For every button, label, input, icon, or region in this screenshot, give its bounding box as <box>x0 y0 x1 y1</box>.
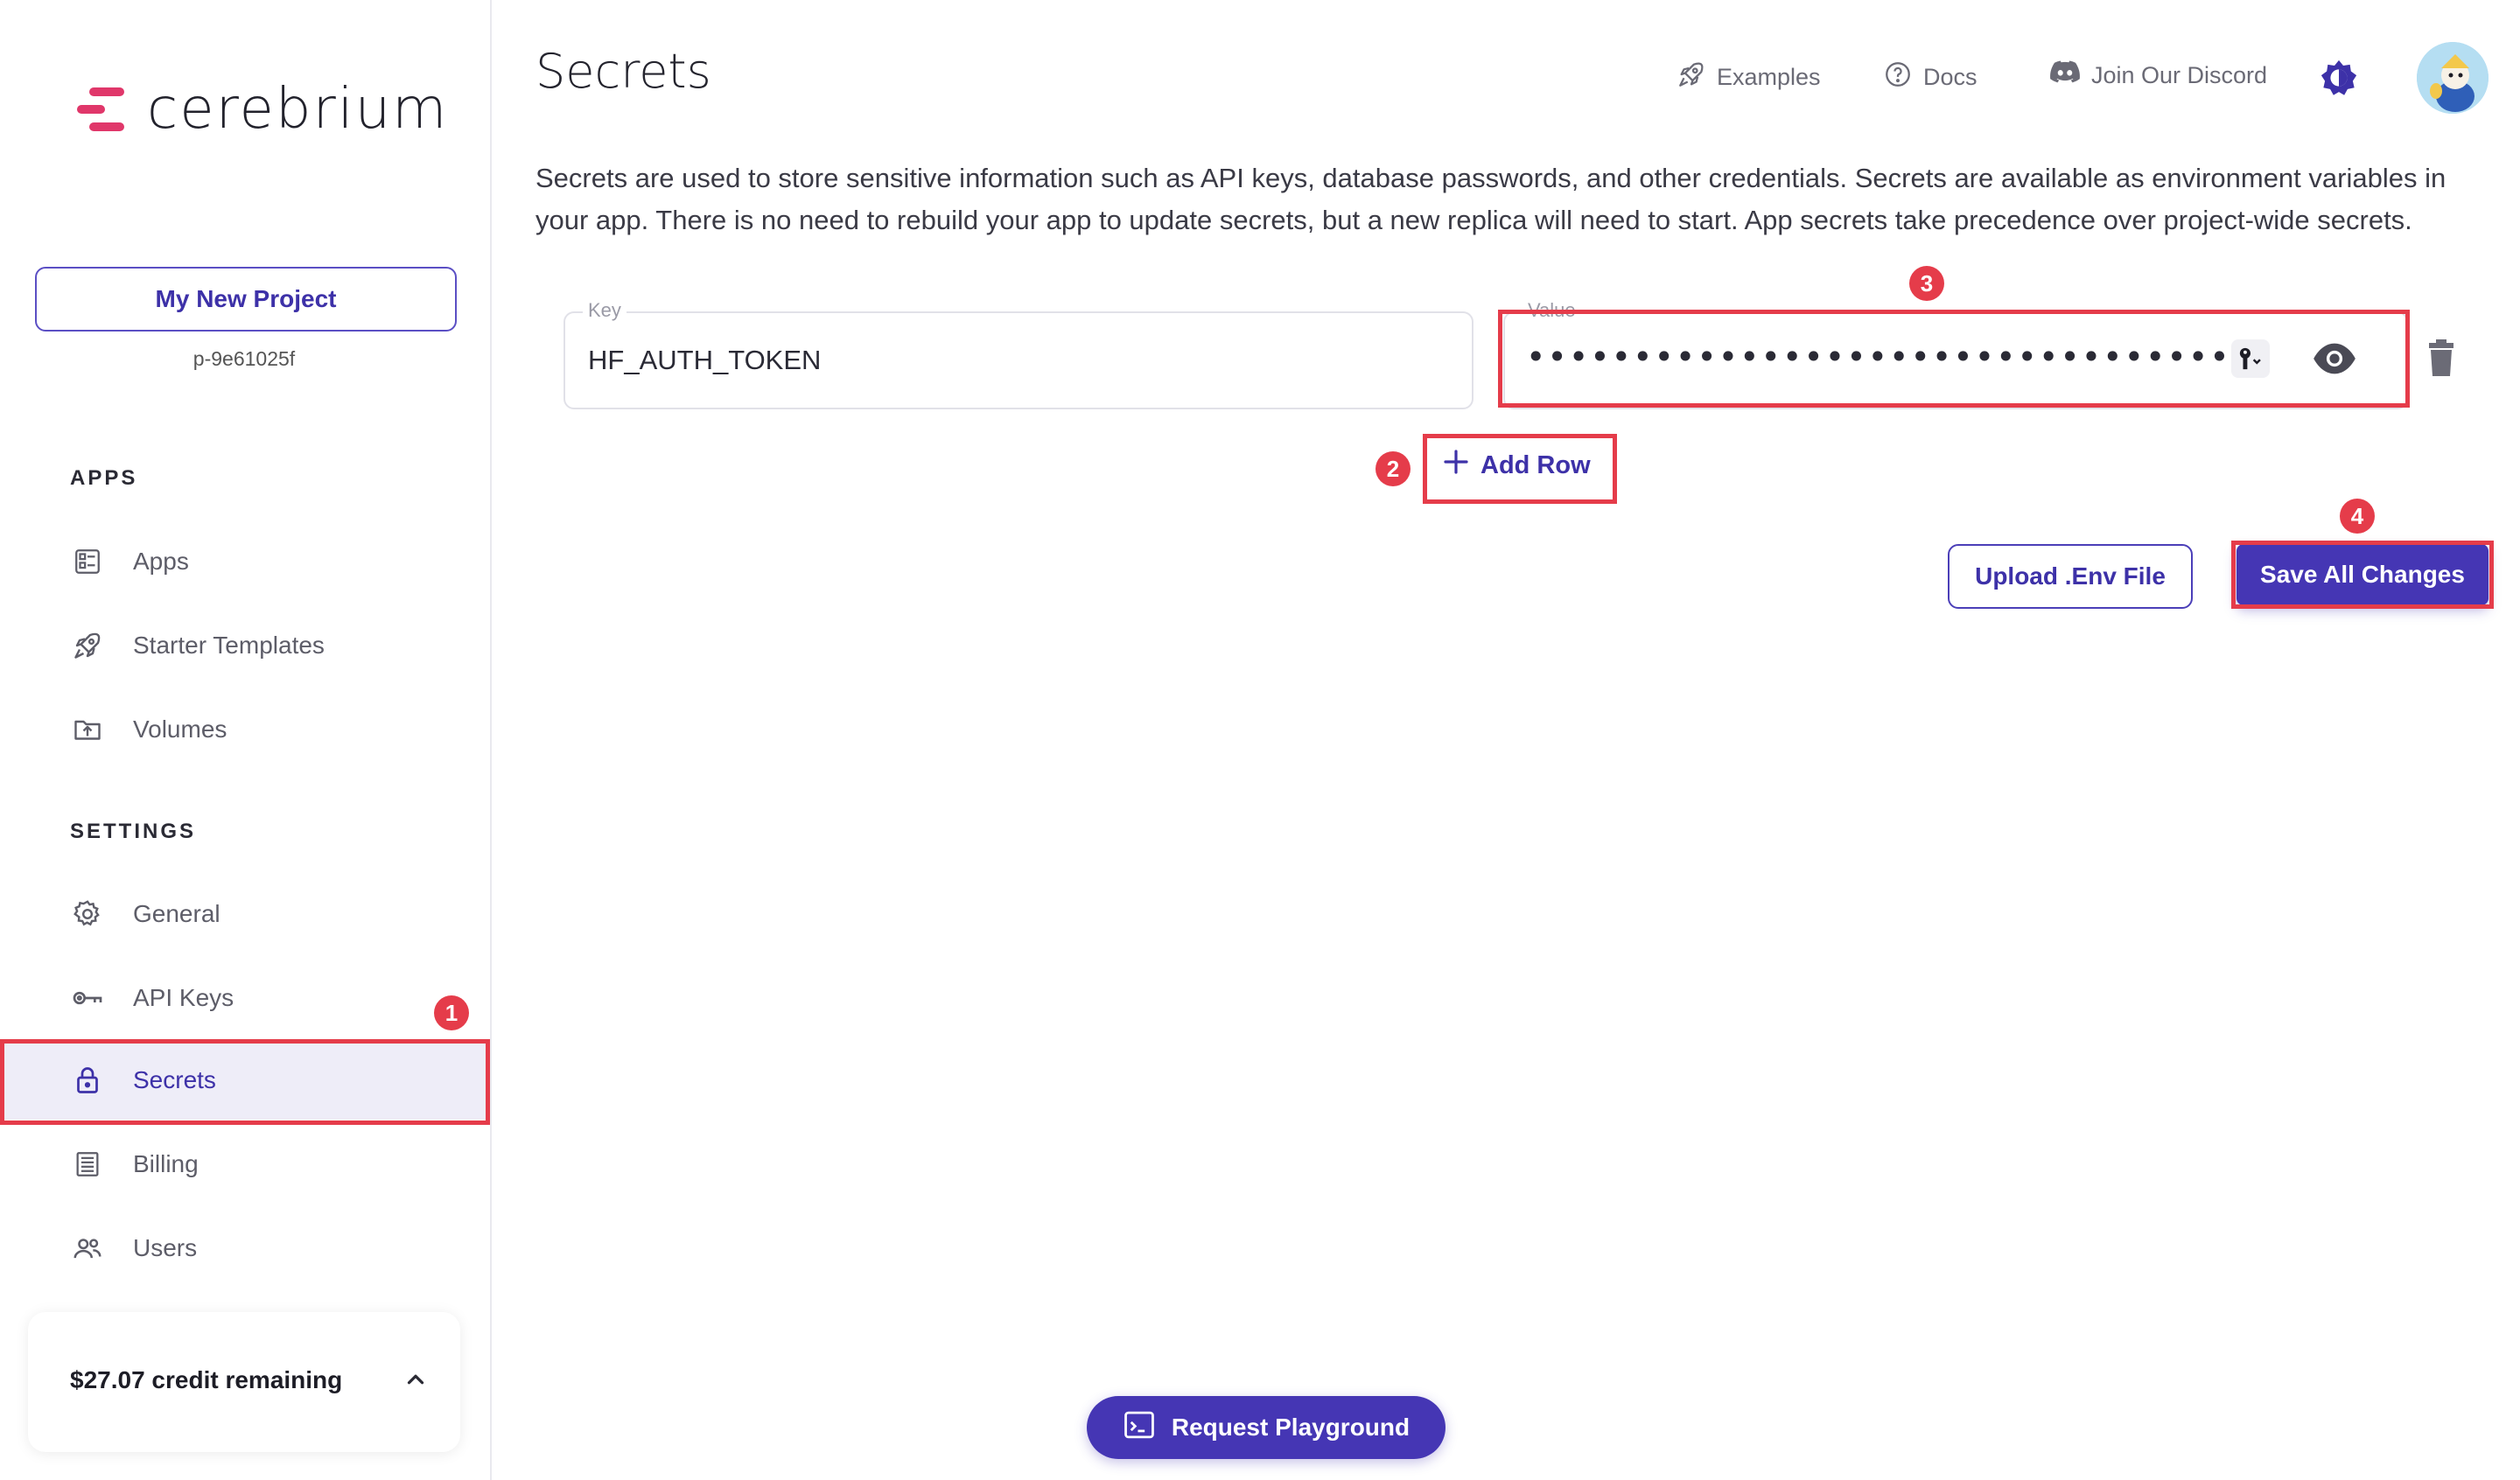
key-icon <box>70 981 105 1016</box>
rocket-icon <box>1676 59 1706 95</box>
gear-icon <box>70 897 105 932</box>
examples-link-label: Examples <box>1717 64 1821 90</box>
theme-toggle-icon[interactable] <box>2319 58 2359 102</box>
key-field-label: Key <box>583 299 626 322</box>
sidebar-item-label: Users <box>133 1234 198 1261</box>
annotation-badge-3: 3 <box>1909 266 1944 301</box>
annotation-box-2 <box>1423 434 1617 504</box>
settings-section-heading: SETTINGS <box>70 820 197 843</box>
annotation-box-3 <box>1498 310 2410 408</box>
sidebar-item-label: General <box>133 900 220 927</box>
sidebar-item-general[interactable]: General <box>0 875 486 953</box>
sidebar-item-users[interactable]: Users <box>0 1209 486 1288</box>
request-playground-button[interactable]: Request Playground <box>1087 1396 1446 1459</box>
apps-section-heading: APPS <box>70 466 138 490</box>
rocket-icon <box>70 628 105 663</box>
sidebar-item-api-keys[interactable]: API Keys <box>0 959 486 1037</box>
examples-link[interactable]: Examples <box>1676 59 1821 95</box>
annotation-box-4 <box>2231 541 2494 609</box>
annotation-box-1 <box>0 1039 490 1125</box>
annotation-badge-2: 2 <box>1376 451 1410 486</box>
chevron-up-icon[interactable] <box>402 1366 429 1397</box>
user-avatar[interactable] <box>2417 42 2488 114</box>
users-icon <box>70 1231 105 1266</box>
help-circle-icon <box>1883 59 1913 95</box>
apps-icon <box>70 544 105 579</box>
logo[interactable]: cerebrium <box>77 77 448 142</box>
sidebar-item-label: Apps <box>133 548 189 575</box>
docs-link[interactable]: Docs <box>1883 59 1978 95</box>
discord-icon <box>2049 59 2081 92</box>
request-playground-label: Request Playground <box>1171 1414 1410 1441</box>
cerebrium-logo-icon <box>77 82 131 136</box>
discord-link-label: Join Our Discord <box>2091 62 2268 88</box>
credit-panel[interactable]: $27.07 credit remaining <box>28 1312 460 1452</box>
sidebar-item-label: API Keys <box>133 984 234 1011</box>
delete-row-icon[interactable] <box>2424 339 2459 382</box>
annotation-badge-4: 4 <box>2340 499 2375 534</box>
project-selector-button[interactable]: My New Project <box>35 267 457 332</box>
page-title: Secrets <box>536 44 711 99</box>
sidebar: cerebrium My New Project p-9e61025f APPS… <box>0 0 492 1480</box>
secret-key-field[interactable]: Key HF_AUTH_TOKEN <box>564 299 1474 409</box>
credit-remaining: $27.07 credit remaining <box>70 1366 343 1393</box>
discord-link[interactable]: Join Our Discord <box>2049 59 2267 92</box>
sidebar-item-billing[interactable]: Billing <box>0 1125 486 1204</box>
annotation-badge-1: 1 <box>434 995 469 1030</box>
sidebar-item-label: Volumes <box>133 716 228 743</box>
sidebar-item-apps[interactable]: Apps <box>0 522 486 601</box>
billing-icon <box>70 1147 105 1182</box>
terminal-icon <box>1123 1410 1156 1446</box>
folder-upload-icon <box>70 712 105 747</box>
logo-text: cerebrium <box>147 77 449 142</box>
sidebar-item-label: Starter Templates <box>133 632 325 659</box>
key-field-value[interactable]: HF_AUTH_TOKEN <box>588 345 821 376</box>
sidebar-item-volumes[interactable]: Volumes <box>0 690 486 769</box>
project-id: p-9e61025f <box>192 347 296 370</box>
upload-env-button[interactable]: Upload .Env File <box>1948 544 2193 609</box>
docs-link-label: Docs <box>1923 64 1978 90</box>
sidebar-item-starter-templates[interactable]: Starter Templates <box>0 606 486 685</box>
sidebar-item-label: Billing <box>133 1150 199 1177</box>
page-description: Secrets are used to store sensitive info… <box>536 163 2446 235</box>
